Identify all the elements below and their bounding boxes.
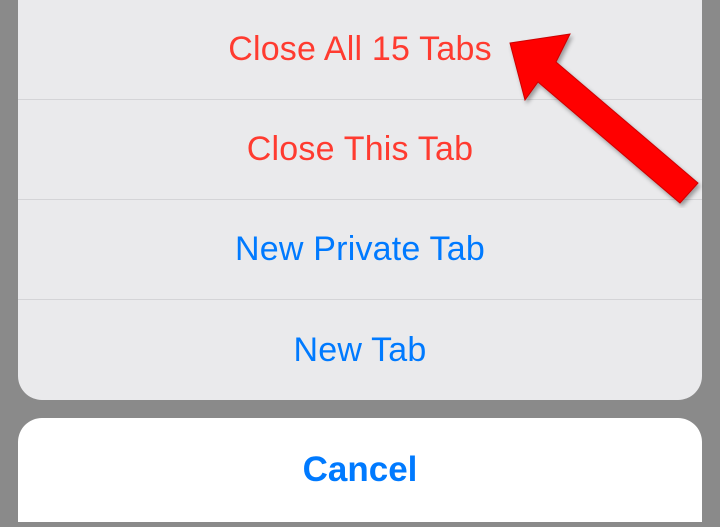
option-label: New Tab (293, 331, 426, 370)
new-tab-button[interactable]: New Tab (18, 300, 702, 400)
option-label: Close This Tab (247, 130, 473, 169)
action-sheet-container: Close All 15 Tabs Close This Tab New Pri… (18, 0, 702, 527)
close-all-tabs-button[interactable]: Close All 15 Tabs (18, 0, 702, 100)
cancel-label: Cancel (303, 450, 418, 490)
options-sheet: Close All 15 Tabs Close This Tab New Pri… (18, 0, 702, 400)
new-private-tab-button[interactable]: New Private Tab (18, 200, 702, 300)
cancel-button[interactable]: Cancel (18, 418, 702, 522)
close-this-tab-button[interactable]: Close This Tab (18, 100, 702, 200)
option-label: New Private Tab (235, 230, 485, 269)
option-label: Close All 15 Tabs (228, 30, 492, 69)
